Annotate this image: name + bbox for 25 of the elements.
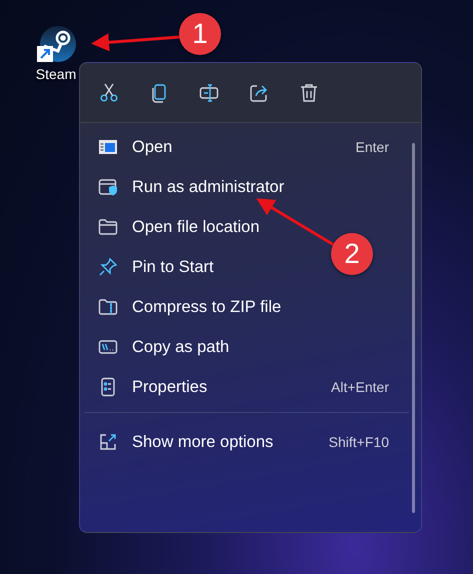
menu-item[interactable]: Open file location: [132, 218, 260, 236]
scrollbar[interactable]: [412, 143, 415, 513]
shortcut-label: Enter: [356, 139, 389, 155]
shortcut-label: Alt+Enter: [331, 379, 389, 395]
folder-icon: [98, 217, 118, 237]
zip-folder-icon: [98, 297, 118, 317]
rename-icon: [199, 82, 219, 102]
expand-icon: [98, 432, 118, 452]
menu-item[interactable]: Run as administrator: [132, 178, 284, 196]
window-icon: [98, 137, 118, 157]
menu-item[interactable]: Compress to ZIP file: [132, 298, 282, 316]
pin-icon: [98, 257, 118, 277]
menu-item[interactable]: Open: [132, 138, 172, 156]
app-shortcut-icon[interactable]: [36, 24, 76, 64]
scissors-icon: [99, 82, 119, 102]
shortcut-label: Shift+F10: [328, 434, 389, 450]
icon-label: Steam: [36, 66, 76, 82]
menu-item[interactable]: Pin to Start: [132, 258, 214, 276]
trash-icon: [299, 82, 319, 102]
menu-item[interactable]: Properties: [132, 378, 208, 396]
number-badge: 1: [179, 13, 221, 55]
menu-item[interactable]: Copy as path: [132, 338, 230, 356]
share-icon: [249, 82, 269, 102]
menu-item[interactable]: Show more options: [132, 432, 274, 450]
shield-window-icon: [98, 177, 118, 197]
